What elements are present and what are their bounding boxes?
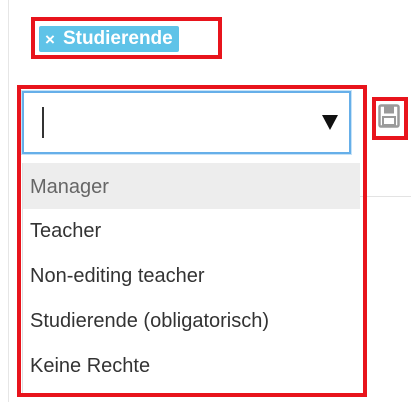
highlight-box-tag — [31, 17, 222, 59]
left-panel-edge — [0, 0, 9, 402]
highlight-box-save — [372, 97, 408, 140]
highlight-box-select — [17, 85, 367, 397]
role-assignment-screen: × Studierende Manager Teacher Non-editin… — [0, 0, 411, 402]
